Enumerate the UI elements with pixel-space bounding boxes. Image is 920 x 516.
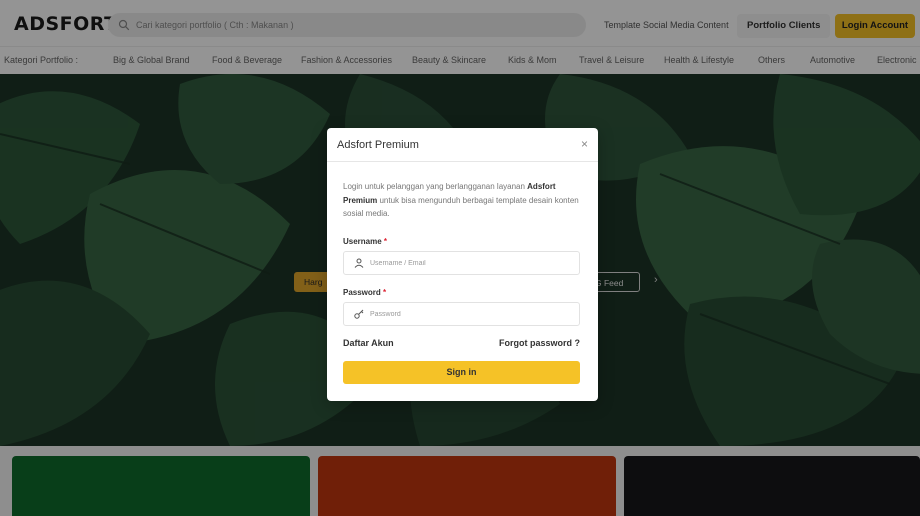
required-mark: *	[383, 288, 387, 297]
close-icon[interactable]: ×	[581, 137, 588, 151]
page: ADSFORT Template Social Media Content Po…	[0, 0, 920, 516]
register-link[interactable]: Daftar Akun	[343, 338, 394, 348]
key-icon	[354, 309, 364, 319]
username-field[interactable]	[343, 251, 580, 275]
username-input[interactable]	[370, 259, 570, 267]
modal-title: Adsfort Premium	[337, 139, 419, 151]
username-label: Username *	[343, 237, 387, 246]
username-label-text: Username	[343, 237, 382, 246]
modal-intro-text: Login untuk pelanggan yang berlangganan …	[343, 180, 583, 221]
user-icon	[354, 258, 364, 268]
intro-text-end: untuk bisa mengunduh berbagai template d…	[343, 195, 579, 219]
sign-in-button[interactable]: Sign in	[343, 361, 580, 384]
password-input[interactable]	[370, 310, 570, 318]
password-label-text: Password	[343, 288, 381, 297]
required-mark: *	[383, 237, 388, 246]
forgot-password-link[interactable]: Forgot password ?	[499, 338, 580, 348]
modal-header: Adsfort Premium ×	[327, 128, 598, 162]
login-modal: Adsfort Premium × Login untuk pelanggan …	[327, 128, 598, 401]
password-field[interactable]	[343, 302, 580, 326]
intro-text-start: Login untuk pelanggan yang berlangganan …	[343, 182, 528, 191]
password-label: Password *	[343, 288, 386, 297]
